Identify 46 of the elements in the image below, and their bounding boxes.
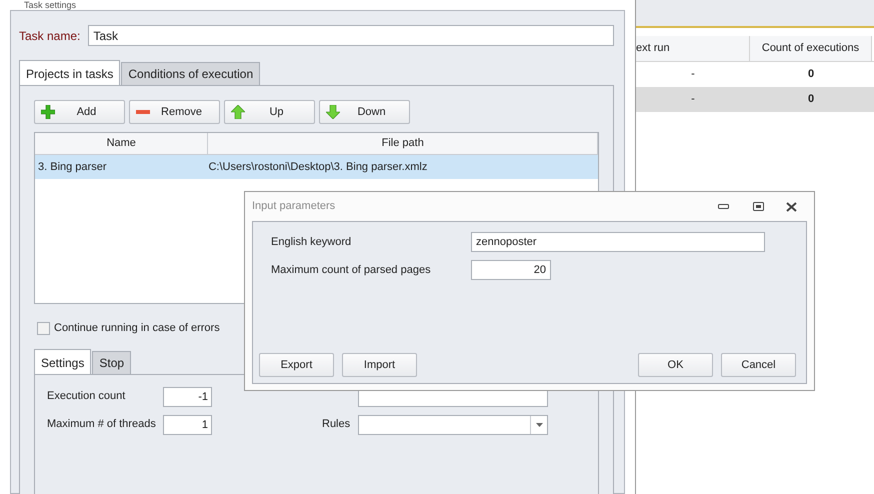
tab[interactable]: Settings xyxy=(34,348,92,374)
column-header: ext run xyxy=(636,36,750,61)
column-header[interactable]: Name xyxy=(35,133,208,154)
dialog-button[interactable]: Export xyxy=(259,353,334,377)
rules-label: Rules xyxy=(322,417,352,432)
plus-icon xyxy=(41,105,55,119)
dialog-title: Input parameters xyxy=(252,199,336,214)
execution-count-field[interactable]: -1 xyxy=(163,386,212,406)
field-label: Maximum count of parsed pages xyxy=(270,262,432,278)
dialog-button[interactable]: OK xyxy=(638,353,713,377)
tab[interactable]: Conditions of execution xyxy=(121,62,260,85)
threads-field[interactable]: 1 xyxy=(163,414,212,434)
field-label: Maximum # of threads xyxy=(47,417,157,432)
toolbar-button[interactable]: Remove xyxy=(129,100,220,124)
table-cell-text: 0 xyxy=(806,92,816,108)
toolbar-button[interactable]: Down xyxy=(319,100,410,124)
checkbox[interactable] xyxy=(37,322,50,335)
input-field[interactable]: zennoposter xyxy=(471,232,765,252)
input-field[interactable]: 20 xyxy=(471,260,551,280)
column-header: Count of executions xyxy=(750,36,872,61)
field-label: English keyword xyxy=(270,234,352,250)
close-icon[interactable] xyxy=(786,202,797,212)
toolbar-button[interactable]: Add xyxy=(34,100,125,124)
dialog-button[interactable]: Import xyxy=(342,353,417,377)
column-header[interactable]: File path xyxy=(208,133,598,154)
minimize-icon[interactable] xyxy=(718,204,729,209)
tab[interactable]: Projects in tasks xyxy=(19,60,120,85)
maximize-icon[interactable] xyxy=(753,202,764,211)
table-cell-text: C:\Users\rostoni\Desktop\3. Bing parser.xmlz xyxy=(208,160,428,175)
checkbox-label: Continue running in case of errors xyxy=(54,321,220,336)
table-cell-text: 0 xyxy=(806,67,816,82)
table-cell-text: - xyxy=(690,92,696,108)
task-name-field[interactable]: Task xyxy=(88,25,614,46)
dropdown-arrow-icon xyxy=(536,422,542,426)
down-arrow-icon xyxy=(326,105,340,119)
window-title: Task settings xyxy=(23,0,78,10)
field-label: Execution count xyxy=(47,389,126,404)
toolbar-button[interactable]: Up xyxy=(224,100,315,124)
up-arrow-icon xyxy=(231,105,245,119)
table-cell-text: 3. Bing parser xyxy=(37,160,108,175)
table-cell-text: - xyxy=(690,67,696,82)
grid-row[interactable]: - 0 xyxy=(636,87,874,112)
tab[interactable]: Stop xyxy=(92,350,132,374)
task-name-label: Task name: xyxy=(19,28,80,44)
dialog-button[interactable]: Cancel xyxy=(721,353,796,377)
table-row[interactable]: 3. Bing parser C:\Users\rostoni\Desktop\3. Bing parser.xmlz xyxy=(35,155,598,179)
